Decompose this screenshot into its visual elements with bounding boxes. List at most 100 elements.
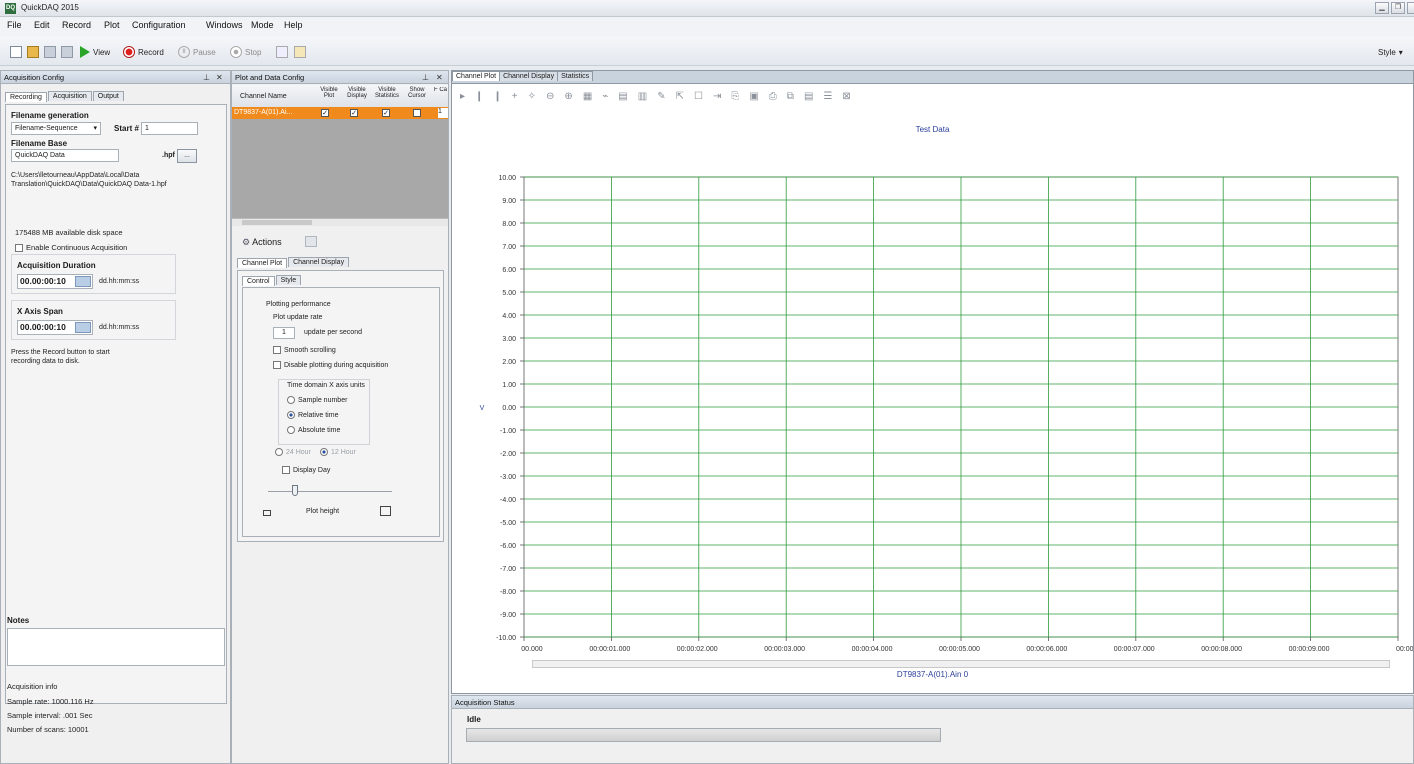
copy-icon[interactable]: ⎘: [731, 91, 749, 102]
printer-icon[interactable]: ▤: [804, 91, 823, 102]
box-icon[interactable]: ☐: [694, 91, 713, 102]
visible-statistics-checkbox[interactable]: ✓: [382, 109, 390, 117]
saveas-button[interactable]: [61, 44, 73, 60]
save-button[interactable]: [44, 44, 56, 60]
show-cursor-checkbox[interactable]: [413, 109, 421, 117]
tab-control[interactable]: Control: [242, 276, 275, 286]
hour24-radio[interactable]: 24 Hour: [275, 448, 311, 456]
close-icon[interactable]: ✕: [216, 71, 223, 84]
menu-configuration[interactable]: Configuration: [132, 20, 186, 30]
horizontal-scrollbar[interactable]: [232, 218, 448, 226]
step-icon[interactable]: ⇥: [713, 91, 731, 102]
menu-windows[interactable]: Windows: [206, 20, 243, 30]
menu-record[interactable]: Record: [62, 20, 91, 30]
smooth-scrolling-checkbox[interactable]: Smooth scrolling: [273, 346, 336, 354]
tab-channel-display[interactable]: Channel Display: [499, 71, 559, 81]
x-tick-label: 00.000: [521, 646, 543, 653]
plot-height-slider[interactable]: [268, 491, 392, 492]
slider-thumb[interactable]: [292, 485, 298, 496]
play-icon: [80, 46, 90, 58]
col-show-cursor[interactable]: Show Cursor: [404, 87, 430, 99]
scrollbar-thumb[interactable]: [242, 220, 312, 225]
notes-textarea[interactable]: [7, 628, 225, 666]
hour12-radio[interactable]: 12 Hour: [320, 448, 356, 456]
zoom-box-icon[interactable]: ▦: [583, 91, 602, 102]
pause-button[interactable]: II Pause: [178, 44, 216, 60]
save-icon[interactable]: ▣: [749, 91, 768, 102]
col-visible-plot[interactable]: Visible Plot: [317, 87, 341, 99]
duration-spin-button[interactable]: [75, 276, 91, 287]
disable-plotting-checkbox[interactable]: Disable plotting during acquisition: [273, 361, 388, 369]
close-icon[interactable]: ✕: [436, 71, 443, 84]
visible-display-checkbox[interactable]: ✓: [350, 109, 358, 117]
export-button[interactable]: [294, 44, 306, 60]
tab-style[interactable]: Style: [275, 275, 302, 285]
menu-help[interactable]: Help: [284, 20, 303, 30]
col-channel-name[interactable]: Channel Name: [240, 93, 287, 100]
browse-button[interactable]: ...: [177, 149, 197, 163]
zoom-out-icon[interactable]: ⊖: [546, 91, 564, 102]
horizontal-scrollbar[interactable]: [532, 660, 1390, 668]
close-button[interactable]: [1407, 2, 1414, 14]
pan-icon[interactable]: ✧: [528, 91, 546, 102]
open-folder-button[interactable]: [27, 44, 39, 60]
cursor-icon[interactable]: ✎: [657, 91, 675, 102]
filter-button[interactable]: [276, 44, 288, 60]
x-tick-label: 00:00:09.000: [1289, 646, 1330, 653]
tab-channel-display[interactable]: Channel Display: [288, 257, 350, 267]
style-dropdown[interactable]: Style ▾: [1378, 44, 1403, 60]
channel-name-cell: DT9837-A(01).Ai...: [234, 109, 293, 116]
restore-button[interactable]: ❐: [1391, 2, 1405, 14]
chevron-down-icon: ▾: [1398, 47, 1403, 57]
tab-recording[interactable]: Recording: [5, 92, 47, 102]
legend-icon[interactable]: ☰: [823, 91, 842, 102]
actions-icon[interactable]: [305, 236, 317, 247]
preview-icon[interactable]: ⧉: [787, 91, 804, 102]
col-visible-statistics[interactable]: Visible Statistics: [372, 87, 402, 99]
grid-icon[interactable]: ▥: [638, 91, 657, 102]
table-row[interactable]: DT9837-A(01).Ai... ✓ ✓ ✓ 1: [232, 107, 448, 119]
menu-plot[interactable]: Plot: [104, 20, 120, 30]
crosshair-icon[interactable]: +: [512, 91, 528, 102]
record-button[interactable]: Record: [123, 44, 164, 60]
tab-channel-plot[interactable]: Channel Plot: [237, 258, 288, 268]
menu-edit[interactable]: Edit: [34, 20, 50, 30]
actions-toggle[interactable]: ⚙ Actions: [242, 237, 282, 248]
minimize-button[interactable]: ▁: [1375, 2, 1389, 14]
display-day-checkbox[interactable]: Display Day: [282, 466, 330, 474]
tab-output[interactable]: Output: [92, 91, 124, 101]
continuous-acquisition-checkbox[interactable]: Enable Continuous Acquisition: [15, 243, 127, 253]
tab-acquisition[interactable]: Acquisition: [47, 91, 92, 101]
new-file-button[interactable]: [10, 44, 22, 60]
update-rate-input[interactable]: 1: [273, 327, 295, 339]
view-button[interactable]: View: [80, 44, 110, 60]
visible-plot-checkbox[interactable]: ✓: [321, 109, 329, 117]
window-title: QuickDAQ 2015: [21, 3, 79, 12]
relative-time-radio[interactable]: Relative time: [287, 411, 338, 419]
print-icon[interactable]: ⎙: [769, 91, 787, 102]
pin-icon[interactable]: ⊥: [422, 71, 429, 84]
tab-channel-plot[interactable]: Channel Plot: [452, 71, 501, 81]
filename-base-input[interactable]: QuickDAQ Data: [11, 149, 119, 162]
select-icon[interactable]: ⇱: [676, 91, 694, 102]
save-icon: [44, 46, 56, 58]
menu-mode[interactable]: Mode: [251, 20, 274, 30]
tab-statistics[interactable]: Statistics: [557, 71, 594, 81]
axis-icon[interactable]: ⌁: [602, 91, 618, 102]
col-extra[interactable]: F Ca: [434, 87, 448, 93]
stop-button[interactable]: Stop: [230, 44, 261, 60]
menu-file[interactable]: File: [7, 20, 22, 30]
col-visible-display[interactable]: Visible Display: [344, 87, 370, 99]
start-number-input[interactable]: 1: [141, 122, 198, 135]
sample-number-radio[interactable]: Sample number: [287, 396, 347, 404]
stack-icon[interactable]: ▤: [618, 91, 637, 102]
recording-tab-body: [5, 104, 227, 704]
zoom-in-icon[interactable]: ⊕: [564, 91, 582, 102]
pin-icon[interactable]: ⊥: [203, 71, 210, 84]
play-icon[interactable]: ▸: [460, 91, 475, 102]
absolute-time-radio[interactable]: Absolute time: [287, 426, 340, 434]
filename-mode-select[interactable]: Filename-Sequence ▾: [11, 122, 101, 135]
pause-icon[interactable]: ❙❙: [475, 91, 512, 102]
export-icon[interactable]: ⊠: [842, 91, 860, 102]
xspan-spin-button[interactable]: [75, 322, 91, 333]
